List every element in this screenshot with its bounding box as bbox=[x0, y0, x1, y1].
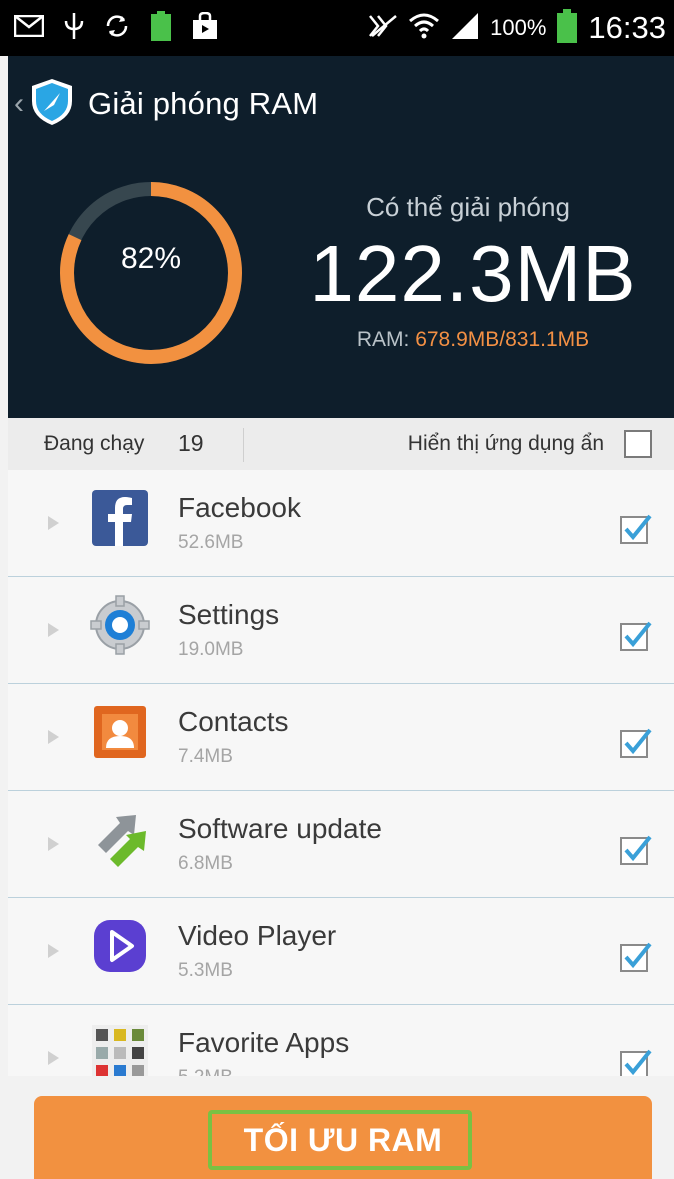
app-checkbox[interactable] bbox=[620, 726, 652, 758]
favorite-apps-icon bbox=[90, 1023, 150, 1076]
ram-summary: RAM: 678.9MB/831.1MB bbox=[298, 328, 648, 352]
ram-value: 678.9MB/831.1MB bbox=[415, 328, 590, 351]
sync-icon bbox=[104, 13, 130, 44]
app-list[interactable]: Facebook 52.6MB Settings 19.0MB Contacts… bbox=[8, 470, 674, 1076]
list-item[interactable]: Software update 6.8MB bbox=[8, 791, 674, 898]
nfc-icon bbox=[368, 12, 398, 45]
status-bar: 100% 16:33 bbox=[0, 0, 674, 56]
title-bar[interactable]: ‹ Giải phóng RAM bbox=[8, 76, 318, 132]
app-size: 5.2MB bbox=[178, 1067, 233, 1076]
wifi-icon bbox=[408, 11, 440, 46]
expand-arrow-icon[interactable] bbox=[48, 944, 59, 958]
app-name: Contacts bbox=[178, 706, 289, 737]
app-checkbox[interactable] bbox=[620, 1047, 652, 1076]
app-name: Settings bbox=[178, 599, 280, 630]
app-size: 7.4MB bbox=[178, 746, 233, 767]
free-value: 122.3MB bbox=[309, 229, 637, 318]
app-checkbox[interactable] bbox=[620, 619, 652, 651]
battery-percent: 100% bbox=[490, 15, 547, 40]
show-hidden-checkbox[interactable] bbox=[624, 430, 652, 458]
usb-icon bbox=[64, 11, 84, 46]
battery-small-icon bbox=[150, 10, 172, 47]
free-label: Có thể giải phóng bbox=[366, 192, 570, 222]
contacts-icon bbox=[90, 702, 150, 762]
battery-icon bbox=[556, 8, 578, 49]
app-name: Favorite Apps bbox=[178, 1027, 350, 1058]
video-player-icon bbox=[90, 916, 150, 976]
expand-arrow-icon[interactable] bbox=[48, 516, 59, 530]
ram-usage-percent: 82% bbox=[120, 242, 182, 275]
list-item[interactable]: Settings 19.0MB bbox=[8, 577, 674, 684]
ram-label: RAM: bbox=[356, 328, 416, 351]
page-title: Giải phóng RAM bbox=[88, 86, 319, 121]
ram-header-panel: ‹ Giải phóng RAM 82% Có thể giải phóng 1… bbox=[8, 56, 674, 418]
app-name: Software update bbox=[178, 813, 382, 844]
app-size: 52.6MB bbox=[178, 532, 244, 553]
app-size: 6.8MB bbox=[178, 853, 233, 874]
show-hidden-label: Hiển thị ứng dụng ẩn bbox=[407, 432, 604, 455]
running-label: Đang chạy bbox=[44, 432, 145, 455]
software-update-icon bbox=[90, 809, 150, 869]
signal-icon bbox=[450, 11, 480, 46]
list-item[interactable]: Video Player 5.3MB bbox=[8, 898, 674, 1005]
list-item[interactable]: Contacts 7.4MB bbox=[8, 684, 674, 791]
app-size: 5.3MB bbox=[178, 960, 233, 981]
list-item[interactable]: Facebook 52.6MB bbox=[8, 470, 674, 577]
list-item[interactable]: Favorite Apps 5.2MB bbox=[8, 1005, 674, 1076]
app-checkbox[interactable] bbox=[620, 940, 652, 972]
expand-arrow-icon[interactable] bbox=[48, 730, 59, 744]
app-checkbox[interactable] bbox=[620, 512, 652, 544]
running-apps-bar: Đang chạy 19 Hiển thị ứng dụng ẩn bbox=[8, 418, 674, 470]
clock-time: 16:33 bbox=[588, 10, 666, 45]
expand-arrow-icon[interactable] bbox=[48, 623, 59, 637]
optimize-ram-label: TỐI ƯU RAM bbox=[243, 1122, 443, 1158]
mail-icon bbox=[13, 14, 45, 42]
expand-arrow-icon[interactable] bbox=[48, 1051, 59, 1065]
facebook-icon bbox=[90, 488, 150, 548]
optimize-ram-button[interactable]: TỐI ƯU RAM bbox=[34, 1096, 652, 1179]
app-name: Facebook bbox=[178, 492, 301, 523]
shield-logo-icon bbox=[30, 77, 74, 132]
settings-gear-icon bbox=[90, 595, 150, 655]
expand-arrow-icon[interactable] bbox=[48, 837, 59, 851]
running-count: 19 bbox=[178, 430, 204, 456]
app-name: Video Player bbox=[178, 920, 337, 951]
shopping-bag-icon bbox=[192, 11, 218, 45]
app-checkbox[interactable] bbox=[620, 833, 652, 865]
divider bbox=[243, 428, 244, 462]
back-chevron-icon[interactable]: ‹ bbox=[14, 89, 24, 119]
app-size: 19.0MB bbox=[178, 639, 244, 660]
